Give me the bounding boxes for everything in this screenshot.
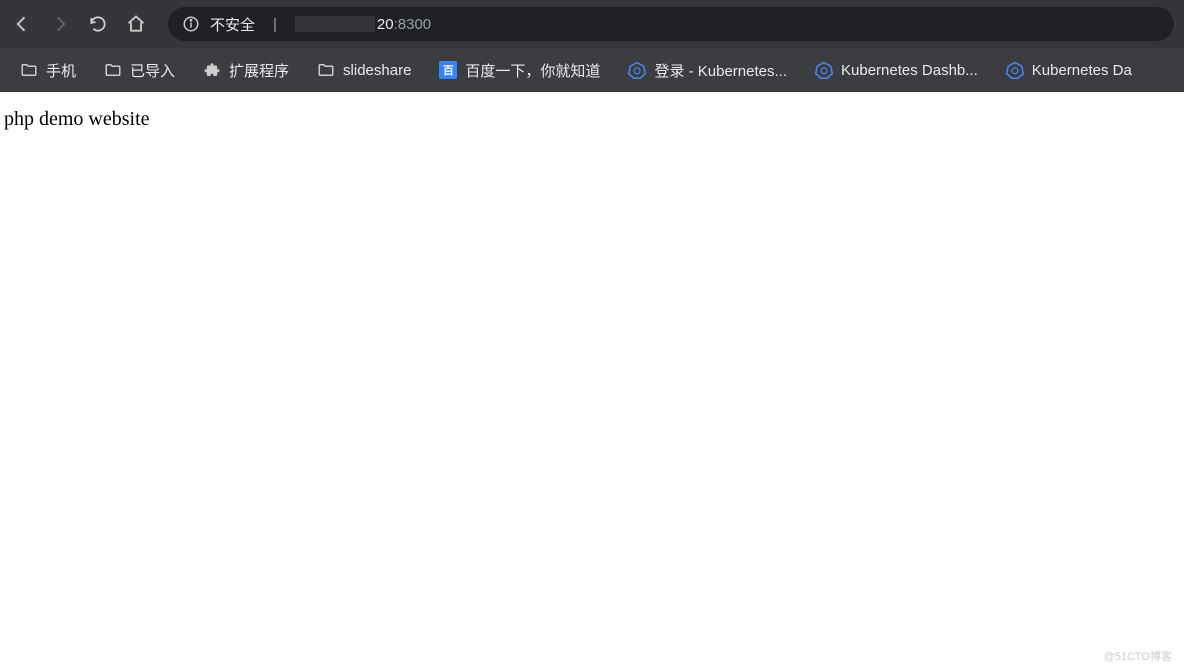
browser-toolbar: 不安全 | 20:8300 <box>0 0 1184 48</box>
folder-icon <box>104 61 122 79</box>
bookmark-slideshare[interactable]: slideshare <box>307 55 421 85</box>
bookmark-label: 百度一下，你就知道 <box>465 60 600 81</box>
bookmark-imported[interactable]: 已导入 <box>94 54 185 87</box>
bookmark-label: Kubernetes Dashb... <box>841 62 978 79</box>
bookmarks-bar: 手机 已导入 扩展程序 slideshare 百 百度一下，你就知道 登录 - … <box>0 48 1184 92</box>
watermark: @51CTO博客 <box>1104 648 1172 664</box>
bookmark-mobile[interactable]: 手机 <box>10 54 86 87</box>
bookmark-label: Kubernetes Da <box>1032 62 1132 79</box>
page-content: php demo website <box>0 92 1184 147</box>
address-bar[interactable]: 不安全 | 20:8300 <box>168 7 1174 41</box>
bookmark-label: slideshare <box>343 62 411 79</box>
bookmark-label: 扩展程序 <box>229 60 289 81</box>
redacted-host <box>295 16 375 32</box>
bookmark-k8s-login[interactable]: 登录 - Kubernetes... <box>618 54 797 87</box>
bookmark-label: 手机 <box>46 60 76 81</box>
baidu-icon: 百 <box>439 61 457 79</box>
puzzle-icon <box>203 61 221 79</box>
bookmark-label: 登录 - Kubernetes... <box>654 60 787 81</box>
bookmark-baidu[interactable]: 百 百度一下，你就知道 <box>429 54 610 87</box>
folder-icon <box>20 61 38 79</box>
kubernetes-icon <box>815 61 833 79</box>
back-button[interactable] <box>10 12 34 36</box>
home-button[interactable] <box>124 12 148 36</box>
kubernetes-icon <box>628 61 646 79</box>
bookmark-extensions[interactable]: 扩展程序 <box>193 54 299 87</box>
forward-button[interactable] <box>48 12 72 36</box>
bookmark-k8s-dashboard[interactable]: Kubernetes Dashb... <box>805 55 988 85</box>
kubernetes-icon <box>1006 61 1024 79</box>
insecure-label: 不安全 <box>210 14 255 35</box>
reload-button[interactable] <box>86 12 110 36</box>
page-text: php demo website <box>4 108 150 130</box>
info-icon <box>182 15 200 33</box>
url-text: 20:8300 <box>295 16 431 33</box>
bookmark-k8s-dashboard-2[interactable]: Kubernetes Da <box>996 55 1142 85</box>
bookmark-label: 已导入 <box>130 60 175 81</box>
folder-icon <box>317 61 335 79</box>
url-separator: | <box>273 16 277 33</box>
